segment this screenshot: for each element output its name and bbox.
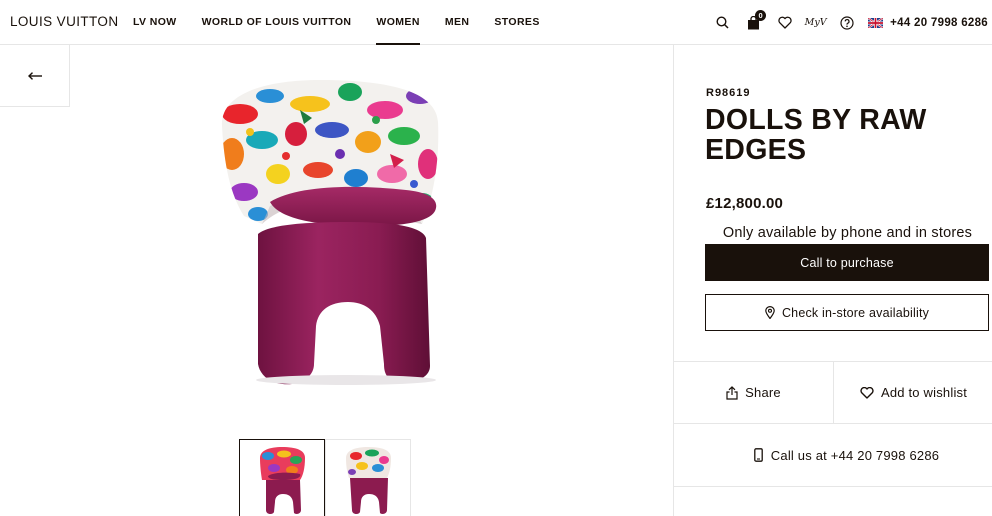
share-icon	[726, 385, 738, 400]
my-lv-label: MyV	[804, 17, 827, 28]
shopping-bag-icon[interactable]: 0	[738, 8, 769, 38]
thumbnail-front[interactable]	[239, 439, 325, 516]
nav-item-men[interactable]: MEN	[445, 0, 470, 45]
nav-item-stores[interactable]: STORES	[494, 0, 539, 45]
product-title: DOLLS BY RAW EDGES	[705, 104, 927, 166]
header-utilities: 0 MyV +44 20 7998 6286	[707, 0, 988, 45]
nav-item-women[interactable]: WOMEN	[376, 0, 421, 45]
arrow-left-icon	[27, 71, 42, 80]
header-phone[interactable]: +44 20 7998 6286	[868, 17, 988, 29]
main-nav: LV NOW WORLD OF LOUIS VUITTON WOMEN MEN …	[133, 0, 565, 45]
call-us-label: Call us at +44 20 7998 6286	[770, 447, 940, 463]
site-header: LOUIS VUITTON LV NOW WORLD OF LOUIS VUIT…	[0, 0, 992, 45]
add-to-wishlist-label: Add to wishlist	[880, 385, 968, 400]
header-phone-number: +44 20 7998 6286	[890, 16, 988, 29]
check-store-availability-label: Check in-store availability	[781, 305, 930, 320]
add-to-wishlist-button[interactable]: Add to wishlist	[833, 362, 992, 423]
product-thumbnails	[239, 439, 411, 516]
cart-count-badge: 0	[755, 9, 767, 21]
product-details-panel: R98619 DOLLS BY RAW EDGES £12,800.00 Onl…	[673, 45, 992, 516]
check-store-availability-button[interactable]: Check in-store availability	[705, 294, 989, 331]
nav-item-lv-now[interactable]: LV NOW	[133, 0, 177, 45]
nav-item-world-of-louis-vuitton[interactable]: WORLD OF LOUIS VUITTON	[202, 0, 352, 45]
search-icon[interactable]	[707, 8, 738, 38]
availability-note: Only available by phone and in stores	[722, 225, 973, 241]
uk-flag-icon	[868, 17, 884, 28]
share-wishlist-row: Share Add to wishlist	[674, 361, 992, 424]
call-us-link[interactable]: Call us at +44 20 7998 6286	[674, 424, 992, 487]
product-sku: R98619	[706, 87, 751, 99]
share-button[interactable]: Share	[674, 362, 833, 423]
mobile-phone-icon	[753, 448, 763, 462]
brand-logo[interactable]: LOUIS VUITTON	[10, 14, 118, 29]
heart-icon	[860, 386, 874, 399]
help-icon[interactable]	[831, 8, 862, 38]
thumbnail-back[interactable]	[325, 439, 411, 516]
share-label: Share	[745, 385, 781, 400]
product-price: £12,800.00	[706, 195, 784, 212]
back-button[interactable]	[0, 45, 70, 107]
heart-icon[interactable]	[769, 8, 800, 38]
location-pin-icon	[765, 306, 775, 319]
product-image[interactable]	[200, 74, 460, 386]
my-lv-icon[interactable]: MyV	[800, 8, 831, 38]
call-to-purchase-button[interactable]: Call to purchase	[705, 244, 989, 281]
